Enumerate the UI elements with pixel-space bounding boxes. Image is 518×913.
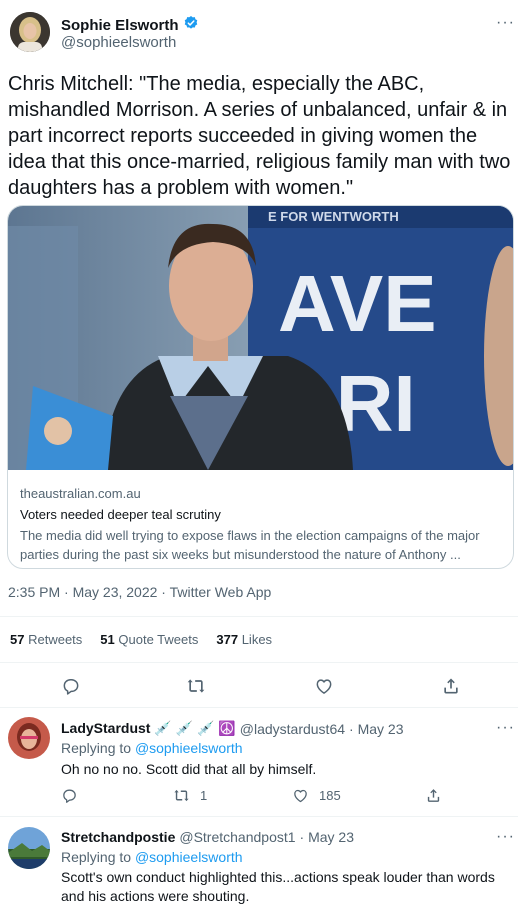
reply-retweet-count: 1 [200,788,208,803]
share-icon [427,789,440,802]
link-card[interactable]: E FOR WENTWORTH AVE ARI theaustralian.co… [7,205,514,569]
retweet-icon [187,679,205,693]
reply-avatar[interactable] [8,827,50,869]
replying-to-handle[interactable]: @sophieelsworth [135,849,243,865]
reply-button[interactable] [61,676,81,696]
like-button[interactable] [314,676,334,696]
author-handle[interactable]: @sophieelsworth [61,34,176,51]
divider [0,816,518,817]
reply-reply-button[interactable] [61,787,78,804]
reply-more-icon[interactable]: ··· [496,828,515,846]
tweet-text: Chris Mitchell: "The media, especially t… [8,73,511,199]
replying-to-label: Replying to [61,740,132,756]
reply-icon [63,789,76,803]
tweet-timestamp[interactable]: 2:35 PM · May 23, 2022 · Twitter Web App [8,584,271,600]
replying-to-handle[interactable]: @sophieelsworth [135,740,243,756]
retweets-stat[interactable]: 57 Retweets [10,632,82,647]
more-options-icon[interactable]: ··· [496,14,515,32]
reply-author-handle[interactable]: @Stretchandpost1 [179,829,295,845]
retweet-icon [174,789,189,802]
verified-badge-icon [183,15,199,36]
author-name[interactable]: Sophie Elsworth [61,17,179,34]
retweet-button[interactable] [186,676,206,696]
replying-to-label: Replying to [61,849,132,865]
reply-author-handle[interactable]: @ladystardust64 [240,721,345,737]
reply-share-button[interactable] [425,787,442,804]
link-card-domain: theaustralian.com.au [20,486,141,501]
likes-stat[interactable]: 377 Likes [216,632,272,647]
link-card-title: Voters needed deeper teal scrutiny [20,507,221,522]
reply-like-button[interactable]: 185 [292,787,341,804]
reply-retweet-button[interactable]: 1 [173,787,207,804]
reply-date[interactable]: · May 23 [349,721,403,737]
reply-icon [63,679,79,695]
reply-like-count: 185 [319,788,341,803]
link-card-image: E FOR WENTWORTH AVE ARI [8,206,513,470]
divider [0,616,518,617]
heart-icon [316,679,332,694]
heart-icon [294,789,307,803]
tweet-stats: 57 Retweets 51 Quote Tweets 377 Likes [10,632,272,647]
reply-author-name[interactable]: Stretchandpostie [61,829,175,845]
reply-text: Scott's own conduct highlighted this...a… [61,869,495,904]
link-card-description: The media did well trying to expose flaw… [20,528,480,562]
author-avatar[interactable] [10,12,50,52]
reply-author-name[interactable]: LadyStardust 💉 💉 💉 ☮️ [61,720,236,737]
sign-text-top: AVE [278,259,437,348]
quote-tweets-stat[interactable]: 51 Quote Tweets [100,632,198,647]
share-icon [444,678,458,694]
divider [0,707,518,708]
reply-date[interactable]: · May 23 [300,829,354,845]
share-button[interactable] [441,676,461,696]
divider [0,662,518,663]
reply-more-icon[interactable]: ··· [496,719,515,737]
reply-avatar[interactable] [8,717,50,759]
sign-banner-text: E FOR WENTWORTH [268,209,399,224]
reply-text: Oh no no no. Scott did that all by himse… [61,761,317,777]
